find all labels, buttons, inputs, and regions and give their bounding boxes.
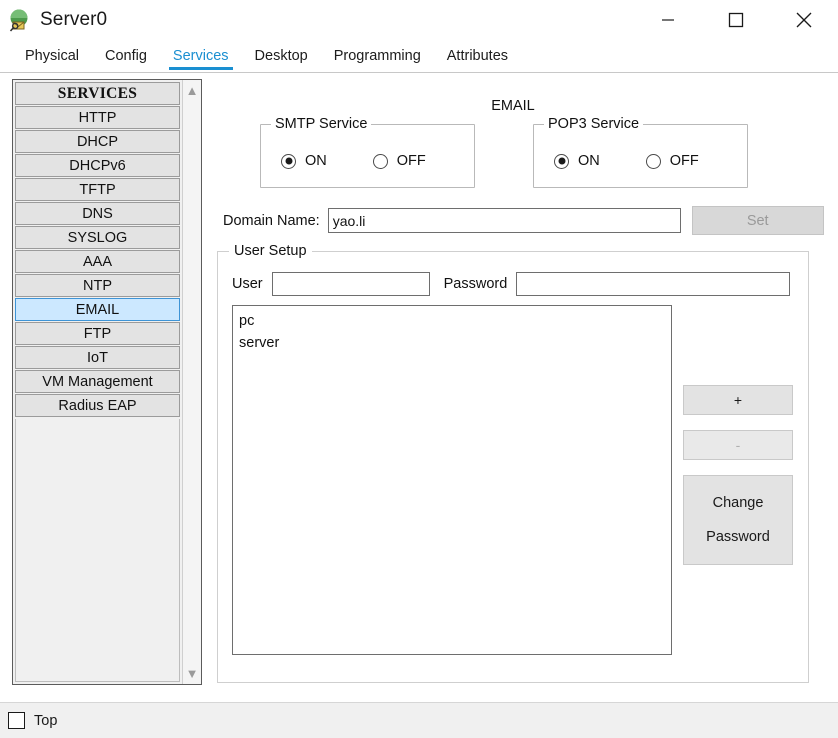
tab-config[interactable]: Config [92, 40, 160, 72]
title-bar: Server0 [0, 0, 838, 40]
minimize-icon [662, 19, 674, 21]
smtp-off-radio[interactable] [372, 153, 388, 169]
email-settings-panel: EMAIL SMTP Service ON OFF POP3 Service O… [214, 79, 832, 685]
domain-name-input[interactable]: yao.li [327, 208, 681, 233]
smtp-group-legend: SMTP Service [271, 116, 372, 132]
pop3-on-radio[interactable] [554, 153, 569, 169]
smtp-radio-row: ON OFF [261, 135, 474, 187]
user-action-buttons: + - Change Password [683, 305, 793, 655]
maximize-icon [728, 12, 744, 28]
services-scrollbar[interactable]: ▲ ▼ [182, 80, 201, 684]
window-title: Server0 [40, 9, 108, 30]
list-item[interactable]: server [239, 332, 665, 354]
page-title: EMAIL [491, 98, 535, 114]
sidebar-item-ntp[interactable]: NTP [15, 274, 180, 297]
remove-user-button[interactable]: - [683, 430, 793, 460]
sidebar-item-email[interactable]: EMAIL [15, 298, 180, 321]
tab-physical[interactable]: Physical [12, 40, 92, 72]
pop3-group-legend: POP3 Service [544, 116, 644, 132]
sidebar-item-dhcpv6[interactable]: DHCPv6 [15, 154, 180, 177]
user-list[interactable]: pc server [232, 305, 672, 655]
top-checkbox[interactable] [8, 712, 25, 729]
smtp-service-group: SMTP Service ON OFF [260, 116, 475, 188]
sidebar-item-vm-management[interactable]: VM Management [15, 370, 180, 393]
set-button[interactable]: Set [691, 206, 824, 235]
sidebar-item-dns[interactable]: DNS [15, 202, 180, 225]
smtp-on-radio[interactable] [281, 153, 296, 169]
status-bar: Top [0, 702, 838, 738]
smtp-off-option[interactable]: OFF [372, 153, 426, 169]
smtp-on-label: ON [305, 153, 327, 169]
change-password-line1: Change [712, 495, 764, 511]
sidebar-item-http[interactable]: HTTP [15, 106, 180, 129]
add-user-button[interactable]: + [683, 385, 793, 415]
tab-programming[interactable]: Programming [321, 40, 434, 72]
domain-name-row: Domain Name: yao.li Set [214, 206, 832, 235]
pop3-on-label: ON [578, 153, 600, 169]
smtp-off-label: OFF [396, 153, 426, 169]
change-password-button[interactable]: Change Password [683, 475, 793, 565]
chevron-up-icon[interactable]: ▲ [186, 84, 199, 97]
services-list-empty-space [15, 419, 180, 682]
sidebar-item-syslog[interactable]: SYSLOG [15, 226, 180, 249]
smtp-on-option[interactable]: ON [281, 153, 327, 169]
close-icon [796, 12, 812, 28]
pop3-off-radio[interactable] [645, 153, 661, 169]
services-sidebar: SERVICES HTTP DHCP DHCPv6 TFTP DNS SYSLO… [12, 79, 202, 685]
pop3-radio-row: ON OFF [534, 135, 747, 187]
services-list-header: SERVICES [15, 82, 180, 105]
sidebar-item-iot[interactable]: IoT [15, 346, 180, 369]
domain-name-label: Domain Name: [223, 212, 320, 229]
change-password-line2: Password [706, 529, 770, 545]
pop3-on-option[interactable]: ON [554, 153, 600, 169]
tab-services[interactable]: Services [160, 40, 242, 72]
user-label: User [232, 276, 263, 292]
tab-desktop[interactable]: Desktop [242, 40, 321, 72]
pop3-off-option[interactable]: OFF [645, 153, 699, 169]
sidebar-item-radius-eap[interactable]: Radius EAP [15, 394, 180, 417]
user-password-row: User Password [218, 272, 808, 296]
user-setup-legend: User Setup [229, 243, 312, 259]
user-input[interactable] [271, 272, 430, 296]
tab-strip: Physical Config Services Desktop Program… [0, 40, 838, 73]
top-checkbox-label: Top [34, 712, 58, 729]
maximize-button[interactable] [702, 0, 770, 40]
sidebar-item-ftp[interactable]: FTP [15, 322, 180, 345]
pop3-service-group: POP3 Service ON OFF [533, 116, 748, 188]
sidebar-item-dhcp[interactable]: DHCP [15, 130, 180, 153]
service-toggles-row: SMTP Service ON OFF POP3 Service ON OFF [214, 116, 832, 188]
services-list: SERVICES HTTP DHCP DHCPv6 TFTP DNS SYSLO… [13, 80, 182, 684]
sidebar-item-tftp[interactable]: TFTP [15, 178, 180, 201]
tab-attributes[interactable]: Attributes [434, 40, 521, 72]
password-label: Password [443, 276, 508, 292]
window-controls [634, 0, 838, 40]
sidebar-item-aaa[interactable]: AAA [15, 250, 180, 273]
minimize-button[interactable] [634, 0, 702, 40]
server-config-window: Server0 Physical Config Services Desktop… [0, 0, 838, 738]
user-list-area: pc server + - Change Password [218, 305, 808, 655]
list-item[interactable]: pc [239, 310, 665, 332]
pop3-off-label: OFF [669, 153, 699, 169]
content-area: SERVICES HTTP DHCP DHCPv6 TFTP DNS SYSLO… [0, 73, 838, 702]
server-mail-icon [8, 7, 34, 33]
chevron-down-icon[interactable]: ▼ [186, 667, 199, 680]
password-input[interactable] [516, 272, 791, 296]
user-setup-group: User Setup User Password pc server + - C… [217, 243, 809, 683]
close-button[interactable] [770, 0, 838, 40]
